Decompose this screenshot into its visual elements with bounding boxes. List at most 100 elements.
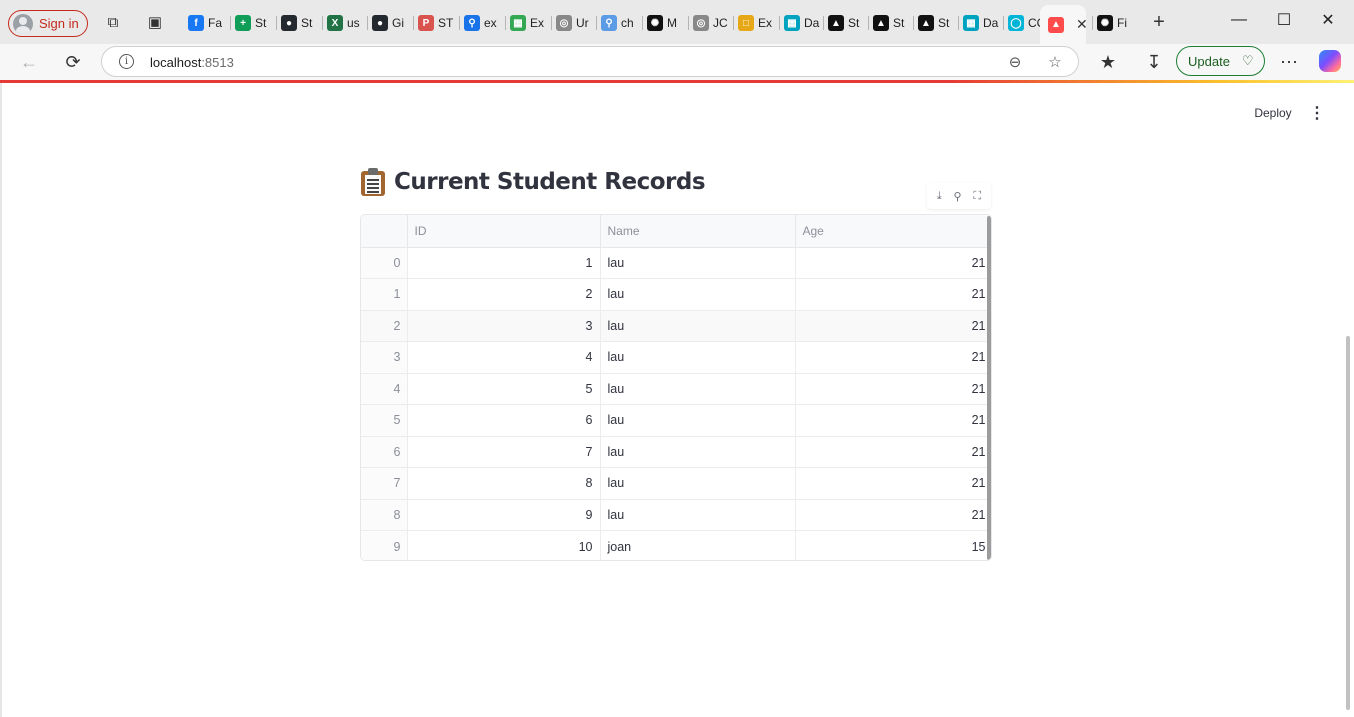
browser-tab[interactable]: ● Gi [372, 12, 412, 34]
browser-tab-label: ex [484, 16, 497, 30]
age-cell[interactable]: 21 [795, 373, 991, 405]
id-cell[interactable]: 5 [407, 373, 601, 405]
new-tab-button[interactable]: + [1150, 11, 1168, 33]
name-cell[interactable]: lau [600, 467, 796, 500]
settings-more-icon[interactable]: ⋯ [1277, 50, 1301, 74]
age-cell[interactable]: 21 [795, 247, 991, 279]
browser-tab[interactable]: f Fa [188, 12, 228, 34]
table-row[interactable]: 8 9 lau 21 [361, 499, 991, 531]
maximize-button[interactable]: ☐ [1274, 10, 1294, 30]
tab-actions-icon[interactable]: ▣ [146, 13, 164, 31]
name-cell[interactable]: lau [600, 310, 796, 342]
browser-tab[interactable]: ◎ Ur [556, 12, 596, 34]
id-cell[interactable]: 4 [407, 341, 601, 374]
openai-icon: ✺ [647, 15, 663, 31]
table-row[interactable]: 3 4 lau 21 [361, 341, 991, 374]
sign-in-button[interactable]: Sign in [8, 10, 88, 37]
url-text[interactable]: localhost:8513 [150, 55, 234, 70]
downloads-icon[interactable]: ↧ [1142, 50, 1166, 74]
browser-tab[interactable]: ● St [281, 12, 321, 34]
browser-tab[interactable]: Xus [327, 12, 367, 34]
browser-tab[interactable]: ✺ Fi [1097, 12, 1137, 34]
browser-tab[interactable]: P ST [418, 12, 458, 34]
close-window-button[interactable]: ✕ [1318, 10, 1338, 30]
name-cell[interactable]: lau [600, 341, 796, 374]
address-bar[interactable]: i localhost:8513 ⊖ ☆ [101, 46, 1079, 77]
browser-tab[interactable]: ▦ Ex [510, 12, 550, 34]
browser-tab[interactable]: ◎ JC [693, 12, 733, 34]
refresh-button[interactable]: ⟳ [61, 50, 85, 74]
url-port: :8513 [201, 55, 234, 70]
browser-tab[interactable]: ▲ St [873, 12, 913, 34]
download-icon[interactable]: ⤓ [937, 190, 942, 203]
age-cell[interactable]: 21 [795, 404, 991, 437]
browser-tab[interactable]: ✺ M [647, 12, 687, 34]
tab-separator [230, 16, 231, 30]
browser-tab-active[interactable]: ▲ ✕ [1040, 5, 1086, 44]
browser-tab[interactable]: ▲ St [828, 12, 868, 34]
age-cell[interactable]: 21 [795, 341, 991, 374]
browser-tab[interactable]: ▲ St [918, 12, 958, 34]
site-info-icon[interactable]: i [119, 54, 134, 69]
table-scrollbar[interactable] [987, 216, 991, 560]
streamlit-icon: ▲ [873, 15, 889, 31]
deploy-button[interactable]: Deploy [1243, 101, 1303, 125]
zoom-out-icon[interactable]: ⊖ [1006, 53, 1024, 71]
name-cell[interactable]: lau [600, 247, 796, 279]
search-icon[interactable]: ⚲ [954, 190, 962, 203]
table-row[interactable]: 2 3 lau 21 [361, 310, 991, 342]
table-row[interactable]: 0 1 lau 21 [361, 247, 991, 279]
sheets-icon: + [235, 15, 251, 31]
name-cell[interactable]: lau [600, 436, 796, 468]
table-row[interactable]: 7 8 lau 21 [361, 467, 991, 500]
age-cell[interactable]: 15 [795, 530, 991, 560]
browser-tab[interactable]: ⚲ ch [601, 12, 641, 34]
table-row[interactable]: 9 10 joan 15 [361, 530, 991, 560]
age-cell[interactable]: 21 [795, 310, 991, 342]
column-header-id[interactable]: ID [407, 215, 601, 248]
table-row[interactable]: 6 7 lau 21 [361, 436, 991, 468]
favorites-icon[interactable]: ★ [1096, 50, 1120, 74]
close-tab-icon[interactable]: ✕ [1076, 16, 1086, 33]
update-button[interactable]: Update ♡ [1176, 46, 1265, 76]
name-cell[interactable]: lau [600, 404, 796, 437]
back-button[interactable]: ← [17, 50, 41, 74]
copilot-icon[interactable] [1319, 50, 1341, 72]
id-cell[interactable]: 2 [407, 278, 601, 311]
column-header-name[interactable]: Name [600, 215, 796, 248]
browser-tab[interactable]: + St [235, 12, 275, 34]
browser-tab[interactable]: □ Ex [738, 12, 778, 34]
main-menu-icon[interactable]: ⋮ [1308, 101, 1326, 125]
id-cell[interactable]: 10 [407, 530, 601, 560]
id-cell[interactable]: 9 [407, 499, 601, 531]
id-cell[interactable]: 8 [407, 467, 601, 500]
fullscreen-icon[interactable]: ⛶ [973, 190, 981, 203]
id-cell[interactable]: 7 [407, 436, 601, 468]
id-cell[interactable]: 6 [407, 404, 601, 437]
browser-tab[interactable]: ▦ Da [963, 12, 1003, 34]
workspaces-icon[interactable]: ⧉ [104, 13, 122, 31]
id-cell[interactable]: 3 [407, 310, 601, 342]
table-row[interactable]: 1 2 lau 21 [361, 278, 991, 311]
row-index-cell: 7 [361, 467, 408, 500]
table-row[interactable]: 4 5 lau 21 [361, 373, 991, 405]
browser-tab[interactable]: ⚲ ex [464, 12, 504, 34]
tab-separator [688, 16, 689, 30]
name-cell[interactable]: lau [600, 278, 796, 311]
browser-tab[interactable]: ▦ Da [784, 12, 824, 34]
age-cell[interactable]: 21 [795, 499, 991, 531]
name-cell[interactable]: lau [600, 373, 796, 405]
age-cell[interactable]: 21 [795, 436, 991, 468]
name-cell[interactable]: lau [600, 499, 796, 531]
column-header-age[interactable]: Age [795, 215, 991, 248]
page-scrollbar-thumb[interactable] [1346, 336, 1350, 710]
age-cell[interactable]: 21 [795, 467, 991, 500]
age-cell[interactable]: 21 [795, 278, 991, 311]
name-cell[interactable]: joan [600, 530, 796, 560]
id-cell[interactable]: 1 [407, 247, 601, 279]
favorite-star-icon[interactable]: ☆ [1046, 53, 1064, 71]
table-row[interactable]: 5 6 lau 21 [361, 404, 991, 437]
student-records-table[interactable]: ID Name Age 0 1 lau 21 1 2 lau 21 2 3 lau 21 3 4 lau 21… [360, 214, 992, 561]
excel-icon: X [327, 15, 343, 31]
minimize-button[interactable]: — [1229, 10, 1249, 30]
